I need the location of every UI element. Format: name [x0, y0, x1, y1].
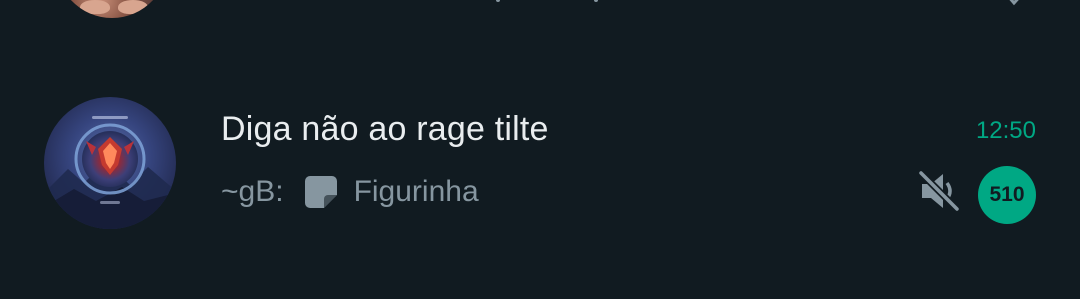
- chat-title: Diga não ao rage tilte: [221, 110, 549, 148]
- chat-time: 12:50: [975, 117, 1036, 144]
- sticker-icon: [304, 176, 337, 208]
- read-receipt-icon: [1009, 0, 1019, 6]
- speaker-muted-icon: [918, 170, 960, 212]
- previous-chat-row[interactable]: [0, 0, 1080, 30]
- preview-sender: ~gB:: [221, 175, 284, 208]
- chat-list: Diga não ao rage tilte 12:50 ~gB: Figuri…: [0, 0, 1080, 299]
- previous-chat-avatar[interactable]: [54, 0, 170, 18]
- unread-count-badge: 510: [978, 166, 1036, 224]
- message-preview: ~gB: Figurinha: [221, 172, 479, 212]
- chat-row[interactable]: Diga não ao rage tilte 12:50 ~gB: Figuri…: [0, 84, 1080, 244]
- previous-chat-preview-fragment: [470, 0, 620, 4]
- group-avatar[interactable]: [44, 97, 176, 229]
- preview-message: Figurinha: [353, 175, 479, 208]
